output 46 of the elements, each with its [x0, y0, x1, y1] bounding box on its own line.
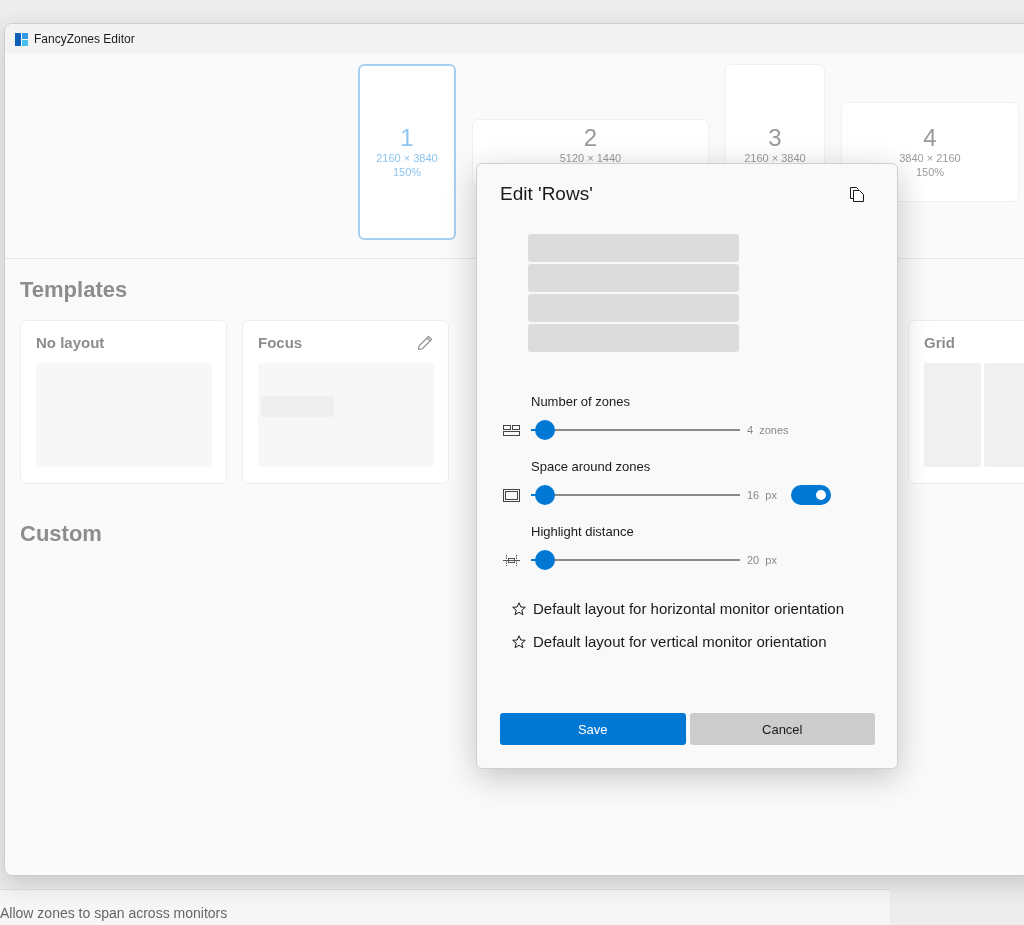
monitor-card[interactable]: 1 2160 × 3840 150% — [358, 64, 456, 240]
slider-track[interactable] — [531, 419, 740, 441]
window-title: FancyZones Editor — [34, 32, 135, 46]
slider-track[interactable] — [531, 484, 740, 506]
slider-track[interactable] — [531, 549, 740, 571]
template-title: No layout — [36, 333, 105, 353]
pencil-icon[interactable] — [417, 335, 433, 351]
monitor-resolution: 2160 × 3840 — [744, 151, 806, 165]
monitor-number: 1 — [400, 125, 414, 151]
star-icon[interactable] — [512, 602, 526, 616]
section-heading: Templates — [20, 276, 128, 304]
section-heading: Custom — [20, 520, 102, 548]
frame-icon — [503, 488, 520, 502]
setting-value: 4 zones — [747, 424, 790, 436]
setting-title: Allow zones to span across monitors — [0, 905, 228, 921]
setting-value: 20 px — [747, 554, 778, 566]
save-button[interactable]: Save — [500, 713, 686, 745]
monitor-scale: 150% — [915, 165, 945, 179]
template-card[interactable]: Focus — [242, 320, 449, 484]
slider-thumb[interactable] — [534, 420, 555, 440]
copy-icon[interactable] — [850, 186, 864, 202]
slider-thumb[interactable] — [534, 550, 555, 570]
setting-label: Highlight distance — [531, 524, 634, 540]
template-card[interactable]: Grid — [908, 320, 1024, 484]
template-card[interactable]: No layout — [20, 320, 227, 484]
monitor-number: 2 — [583, 125, 598, 151]
default-layout-label: Default layout for vertical monitor orientation — [533, 632, 827, 652]
zones-icon — [503, 424, 520, 436]
star-icon[interactable] — [512, 635, 526, 649]
monitor-number: 4 — [923, 125, 937, 151]
default-layout-label: Default layout for horizontal monitor orientation — [533, 599, 844, 619]
setting-label: Number of zones — [531, 394, 630, 410]
distance-icon — [503, 554, 520, 566]
app-icon — [15, 32, 28, 46]
setting-label: Space around zones — [531, 459, 651, 475]
toggle-switch[interactable] — [791, 485, 831, 505]
cancel-button[interactable]: Cancel — [689, 713, 875, 745]
template-title: Focus — [258, 333, 303, 353]
monitor-resolution: 5120 × 1440 — [559, 151, 622, 165]
setting-value: 16 px — [747, 489, 778, 501]
monitor-scale: 150% — [392, 165, 422, 179]
monitor-resolution: 3840 × 2160 — [899, 151, 961, 165]
monitor-resolution: 2160 × 3840 — [376, 151, 438, 165]
template-title: Grid — [924, 333, 955, 353]
slider-thumb[interactable] — [534, 485, 555, 505]
monitor-number: 3 — [768, 125, 782, 151]
